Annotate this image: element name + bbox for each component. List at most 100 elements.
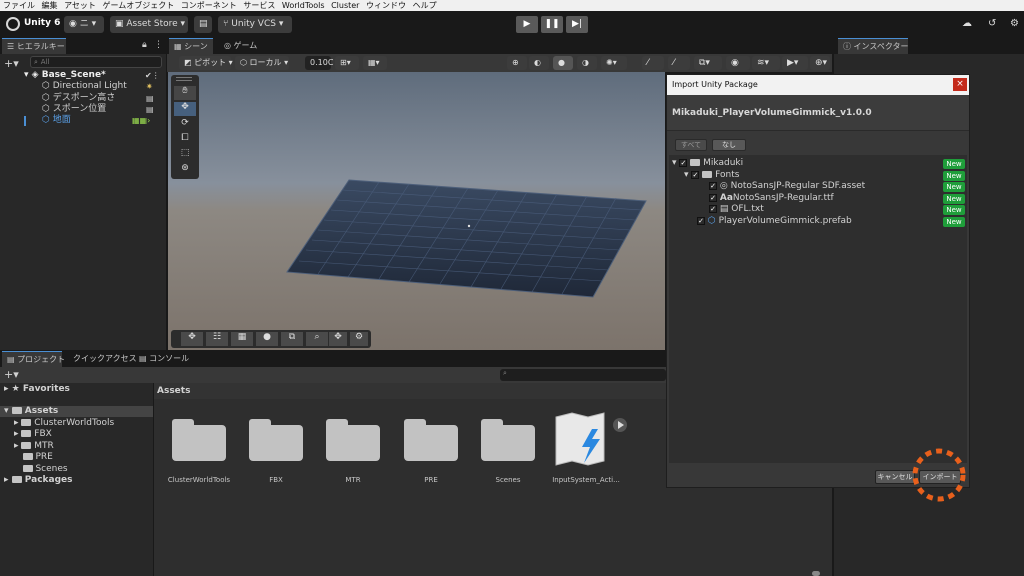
checkbox-checked-icon[interactable]: ✓: [679, 158, 688, 167]
scale-tool-icon[interactable]: ⧠: [174, 133, 196, 147]
shaded-wire-icon[interactable]: ◐: [529, 56, 549, 70]
asset-folder-scenes[interactable]: [481, 419, 535, 461]
tree-item-favorites[interactable]: ▸ ★ Favorites: [4, 384, 70, 395]
tab-project[interactable]: ▤ プロジェクト: [2, 351, 65, 367]
shaded-icon[interactable]: ●: [553, 56, 573, 70]
asset-folder-pre[interactable]: [404, 419, 458, 461]
tree-item-assets[interactable]: ▾ Assets: [4, 406, 58, 417]
hierarchy-item-directional-light[interactable]: ⬡ Directional Light: [42, 81, 127, 92]
close-icon[interactable]: ×: [953, 78, 967, 91]
scene-root-item[interactable]: ▾ ◈ Base_Scene*: [24, 70, 106, 81]
asset-folder-clusterworldtools[interactable]: [172, 419, 226, 461]
tree-item-fbx[interactable]: ▸ FBX: [14, 429, 52, 440]
hand-tool-icon[interactable]: ✋︎: [174, 86, 196, 100]
menu-window[interactable]: ウィンドウ: [366, 1, 406, 10]
align-icon[interactable]: ☷: [206, 332, 228, 346]
pause-button[interactable]: ❚❚: [541, 16, 563, 33]
tree-row-fonts[interactable]: ▾ ✓ Fonts: [684, 170, 739, 181]
tab-hierarchy[interactable]: ☰ ヒエラルキー: [2, 38, 66, 54]
unity-vcs-button[interactable]: ⑂ Unity VCS ▾: [218, 16, 292, 33]
tree-row-sdf-asset[interactable]: ✓ ◎ NotoSansJP-Regular SDF.asset: [709, 181, 865, 192]
menu-file[interactable]: ファイル: [3, 1, 35, 10]
tab-scene[interactable]: ▦ シーン: [169, 38, 213, 54]
tree-item-scenes[interactable]: Scenes: [14, 464, 68, 475]
settings-gear-icon[interactable]: ⚙: [1010, 18, 1019, 29]
sphere-icon[interactable]: ●: [256, 332, 278, 346]
tree-row-ofl[interactable]: ✓ ▤ OFL.txt: [709, 204, 764, 215]
menu-cluster[interactable]: Cluster: [331, 1, 359, 10]
grid-snap-icon[interactable]: ⊞▾: [335, 56, 359, 70]
zoom-slider-handle[interactable]: [812, 571, 820, 576]
package-icon[interactable]: ▤: [194, 16, 212, 33]
layers-icon[interactable]: ⧉: [281, 332, 303, 346]
step-button[interactable]: ▶|: [566, 16, 588, 33]
tree-item-packages[interactable]: ▸ Packages: [4, 475, 73, 486]
tree-item-mtr[interactable]: ▸ MTR: [14, 441, 54, 452]
lighting-icon[interactable]: ✺▾: [601, 56, 627, 70]
checkbox-checked-icon[interactable]: ✓: [709, 204, 717, 213]
more-menu-icon[interactable]: ⋮: [154, 40, 163, 50]
tab-quick-access[interactable]: クイックアクセス: [68, 351, 137, 367]
hierarchy-item-ground[interactable]: ⬡ 地面: [42, 115, 71, 126]
hierarchy-item-spawn-point[interactable]: ⬡ スポーン位置: [42, 104, 106, 115]
tree-item-clusterworldtools[interactable]: ▸ ClusterWorldTools: [14, 418, 114, 429]
input-actions-map-icon[interactable]: [552, 411, 632, 471]
menu-assets[interactable]: アセット: [64, 1, 96, 10]
add-icon[interactable]: +▾: [4, 368, 19, 381]
pivot-dropdown[interactable]: ◩ ピボット ▾: [179, 56, 233, 70]
menu-component[interactable]: コンポーネント: [181, 1, 237, 10]
history-icon[interactable]: ↺: [988, 18, 996, 29]
hierarchy-search-input[interactable]: ⌕ All: [30, 56, 162, 68]
menu-worldtools[interactable]: WorldTools: [282, 1, 325, 10]
snap-icon[interactable]: ✥: [329, 332, 347, 346]
drag-handle-icon[interactable]: [176, 77, 192, 81]
menu-edit[interactable]: 編集: [42, 1, 58, 10]
hierarchy-item-despawn-height[interactable]: ⬡ デスポーン高さ: [42, 93, 115, 104]
play-button[interactable]: ▶: [516, 16, 538, 33]
add-icon[interactable]: +▾: [4, 57, 19, 70]
layers-icon[interactable]: ⧉▾: [694, 56, 722, 70]
checkbox-checked-icon[interactable]: ✓: [691, 170, 700, 179]
cloud-icon[interactable]: ☁: [962, 18, 972, 29]
tree-row-prefab[interactable]: ✓ ⬡ PlayerVolumeGimmick.prefab: [697, 216, 852, 227]
gizmo-icon[interactable]: ⊕▾: [810, 56, 830, 70]
checkbox-checked-icon[interactable]: ✓: [697, 216, 705, 225]
stack-icon[interactable]: ≋▾: [752, 56, 780, 70]
tab-inspector[interactable]: ⓘ インスペクター: [838, 38, 909, 54]
fx-icon[interactable]: ⁄: [668, 56, 690, 70]
grid-icon[interactable]: ▦▾: [363, 56, 387, 70]
settings-icon[interactable]: ⚙: [350, 332, 368, 346]
unlit-icon[interactable]: ◑: [577, 56, 597, 70]
lock-icon[interactable]: 🔒︎: [142, 40, 147, 50]
local-dropdown[interactable]: ⬡ ローカル ▾: [235, 56, 289, 70]
tree-row-mikaduki[interactable]: ▾ ✓ Mikaduki: [672, 158, 743, 169]
tab-console[interactable]: ▤ コンソール: [134, 351, 189, 367]
select-none-button[interactable]: なし: [712, 139, 746, 151]
move-icon[interactable]: ✥: [181, 332, 203, 346]
scene-viewport[interactable]: ✋︎ ✥ ⟳ ⧠ ⬚ ⊛ ✥ ☷ ▦ ● ⧉ ⌕ ✥ ⚙: [168, 72, 665, 350]
tab-game[interactable]: ◎ ゲーム: [219, 38, 263, 54]
wireframe-icon[interactable]: ⊕: [507, 56, 527, 70]
visibility-icon[interactable]: ◉: [726, 56, 750, 70]
snap-value-field[interactable]: 0.10C: [305, 56, 333, 70]
tree-row-ttf[interactable]: ✓ AaNotoSansJP-Regular.ttf: [709, 193, 834, 204]
menu-services[interactable]: サービス: [243, 1, 275, 10]
grid-icon[interactable]: ▦: [231, 332, 253, 346]
asset-folder-fbx[interactable]: [249, 419, 303, 461]
asset-store-button[interactable]: ▣ Asset Store ▾: [110, 16, 188, 33]
asset-folder-mtr[interactable]: [326, 419, 380, 461]
menu-gameobject[interactable]: ゲームオブジェクト: [102, 1, 174, 10]
checkbox-checked-icon[interactable]: ✓: [709, 193, 717, 202]
account-button[interactable]: ◉ ニ ▾: [64, 16, 104, 33]
project-search-input[interactable]: ⌕: [500, 369, 666, 381]
zoom-icon[interactable]: ⌕: [306, 332, 328, 346]
audio-mute-icon[interactable]: ⁄: [642, 56, 664, 70]
transform-tool-icon[interactable]: ⊛: [174, 163, 196, 177]
select-all-button[interactable]: すべて: [675, 139, 707, 151]
menu-help[interactable]: ヘルプ: [413, 1, 437, 10]
move-tool-icon[interactable]: ✥: [174, 102, 196, 116]
rotate-tool-icon[interactable]: ⟳: [174, 118, 196, 132]
tree-item-pre[interactable]: PRE: [14, 452, 53, 463]
checkbox-checked-icon[interactable]: ✓: [709, 181, 717, 190]
rect-tool-icon[interactable]: ⬚: [174, 148, 196, 162]
